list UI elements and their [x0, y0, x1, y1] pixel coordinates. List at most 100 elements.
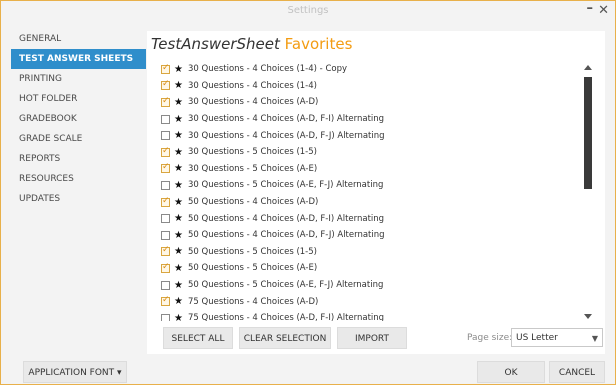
application-font-button[interactable]: APPLICATION FONT ▾ — [23, 361, 127, 383]
favorite-checkbox[interactable] — [161, 180, 170, 190]
minimize-button[interactable]: – — [587, 1, 594, 16]
list-item[interactable]: ★ 30 Questions - 5 Choices (1-5) — [161, 144, 581, 161]
favorite-checkbox[interactable] — [161, 295, 170, 307]
favorite-checkbox[interactable] — [161, 230, 170, 240]
star-icon: ★ — [174, 213, 183, 225]
favorites-panel: TestAnswerSheet Favorites ★ 30 Questions … — [147, 31, 605, 354]
select-all-button[interactable]: SELECT ALL — [163, 327, 233, 349]
favorite-checkbox[interactable] — [161, 313, 170, 321]
star-icon: ★ — [174, 146, 183, 158]
chevron-down-icon: ▾ — [117, 368, 122, 378]
star-icon: ★ — [174, 96, 183, 108]
list-item-label: 50 Questions - 5 Choices (1-5) — [188, 246, 317, 257]
sidebar-item[interactable]: GENERAL — [11, 29, 146, 49]
sidebar-item[interactable]: UPDATES — [11, 189, 146, 209]
list-item[interactable]: ★ 75 Questions - 4 Choices (A-D, F-I) Alt… — [161, 310, 581, 321]
star-icon: ★ — [174, 80, 183, 92]
list-item[interactable]: ★ 75 Questions - 4 Choices (A-D) — [161, 293, 581, 310]
star-icon: ★ — [174, 229, 183, 241]
list-item-label: 30 Questions - 4 Choices (A-D) — [188, 97, 319, 108]
favorite-checkbox[interactable] — [161, 131, 170, 141]
favorite-checkbox[interactable] — [161, 162, 170, 174]
window-title: Settings — [287, 5, 329, 16]
chevron-down-icon: ▼ — [591, 334, 598, 343]
list-item-label: 75 Questions - 4 Choices (A-D, F-I) Alte… — [188, 313, 385, 321]
scroll-up-icon[interactable] — [584, 65, 592, 70]
sidebar-item[interactable]: PRINTING — [11, 69, 146, 89]
page-title: TestAnswerSheet Favorites — [151, 35, 352, 53]
close-button[interactable]: ✕ — [598, 3, 609, 18]
list-item-label: 30 Questions - 4 Choices (A-D, F-J) Alte… — [188, 130, 385, 141]
scroll-thumb[interactable] — [584, 77, 592, 189]
list-item[interactable]: ★ 30 Questions - 4 Choices (A-D, F-I) Alt… — [161, 111, 581, 128]
favorite-checkbox[interactable] — [161, 114, 170, 124]
page-size-label: Page size: — [467, 333, 513, 343]
star-icon: ★ — [174, 130, 183, 142]
star-icon: ★ — [174, 246, 183, 258]
star-icon: ★ — [174, 196, 183, 208]
star-icon: ★ — [174, 179, 183, 191]
list-item[interactable]: ★ 50 Questions - 4 Choices (A-D, F-J) Alt… — [161, 227, 581, 244]
list-item[interactable]: ★ 50 Questions - 5 Choices (A-E, F-J) Alt… — [161, 277, 581, 294]
list-item[interactable]: ★ 50 Questions - 4 Choices (A-D) — [161, 194, 581, 211]
sidebar-item[interactable]: GRADE SCALE — [11, 129, 146, 149]
cancel-button[interactable]: CANCEL — [549, 361, 605, 383]
title-bar: Settings – ✕ — [1, 1, 615, 23]
favorite-checkbox[interactable] — [161, 262, 170, 273]
answer-sheet-list: ★ 30 Questions - 4 Choices (1-4) - Copy ★ 3… — [161, 61, 581, 321]
favorite-checkbox[interactable] — [161, 146, 170, 157]
favorite-checkbox[interactable] — [161, 196, 170, 207]
favorite-checkbox[interactable] — [161, 245, 170, 257]
star-icon: ★ — [174, 163, 183, 175]
list-item[interactable]: ★ 30 Questions - 4 Choices (A-D, F-J) Alt… — [161, 127, 581, 144]
list-item-label: 50 Questions - 5 Choices (A-E) — [188, 263, 318, 274]
application-font-label: APPLICATION FONT — [28, 368, 115, 378]
page-size-value: US Letter — [516, 333, 558, 343]
favorite-checkbox[interactable] — [161, 63, 170, 74]
list-item-label: 30 Questions - 5 Choices (1-5) — [188, 147, 317, 158]
import-button[interactable]: IMPORT — [337, 327, 407, 349]
list-item-label: 50 Questions - 4 Choices (A-D, F-I) Alte… — [188, 213, 385, 224]
sidebar: GENERAL TEST ANSWER SHEETS PRINTING HOT FOL… — [11, 29, 146, 209]
list-item[interactable]: ★ 50 Questions - 4 Choices (A-D, F-I) Alt… — [161, 210, 581, 227]
list-item[interactable]: ★ 50 Questions - 5 Choices (1-5) — [161, 244, 581, 261]
list-item[interactable]: ★ 30 Questions - 5 Choices (A-E) — [161, 161, 581, 178]
settings-window: Settings – ✕ GENERAL TEST ANSWER SHEETS PR… — [0, 0, 616, 385]
star-icon: ★ — [174, 279, 183, 291]
list-item-label: 30 Questions - 5 Choices (A-E) — [188, 163, 318, 174]
sidebar-item[interactable]: REPORTS — [11, 149, 146, 169]
list-item[interactable]: ★ 30 Questions - 4 Choices (A-D) — [161, 94, 581, 111]
list-item-label: 75 Questions - 4 Choices (A-D) — [188, 296, 319, 307]
favorite-checkbox[interactable] — [161, 79, 170, 91]
list-item-label: 50 Questions - 4 Choices (A-D, F-J) Alte… — [188, 230, 385, 241]
title-favorites: Favorites — [284, 35, 353, 53]
star-icon: ★ — [174, 63, 183, 75]
clear-selection-button[interactable]: CLEAR SELECTION — [239, 327, 331, 349]
star-icon: ★ — [174, 296, 183, 308]
list-item-label: 50 Questions - 4 Choices (A-D) — [188, 197, 319, 208]
list-item[interactable]: ★ 30 Questions - 5 Choices (A-E, F-J) Alt… — [161, 177, 581, 194]
favorite-checkbox[interactable] — [161, 96, 170, 107]
list-item[interactable]: ★ 30 Questions - 4 Choices (1-4) — [161, 78, 581, 95]
sidebar-item[interactable]: TEST ANSWER SHEETS — [11, 49, 146, 69]
scroll-down-icon[interactable] — [584, 314, 592, 319]
list-item-label: 30 Questions - 5 Choices (A-E, F-J) Alte… — [188, 180, 384, 191]
favorite-checkbox[interactable] — [161, 280, 170, 290]
sidebar-item[interactable]: HOT FOLDER — [11, 89, 146, 109]
list-item-label: 30 Questions - 4 Choices (A-D, F-I) Alte… — [188, 114, 385, 125]
list-item-label: 30 Questions - 4 Choices (1-4) - Copy — [188, 64, 348, 75]
page-size-select[interactable]: US Letter ▼ — [511, 328, 603, 347]
sidebar-item[interactable]: GRADEBOOK — [11, 109, 146, 129]
scrollbar[interactable] — [583, 65, 593, 319]
favorite-checkbox[interactable] — [161, 214, 170, 224]
list-item[interactable]: ★ 50 Questions - 5 Choices (A-E) — [161, 260, 581, 277]
list-item-label: 50 Questions - 5 Choices (A-E, F-J) Alte… — [188, 280, 384, 291]
footer: APPLICATION FONT ▾ OK CANCEL — [1, 357, 615, 384]
list-item-label: 30 Questions - 4 Choices (1-4) — [188, 80, 317, 91]
star-icon: ★ — [174, 262, 183, 274]
list-item[interactable]: ★ 30 Questions - 4 Choices (1-4) - Copy — [161, 61, 581, 78]
sidebar-item[interactable]: RESOURCES — [11, 169, 146, 189]
ok-button[interactable]: OK — [477, 361, 545, 383]
list-actions: SELECT ALL CLEAR SELECTION IMPORT Page s… — [155, 327, 603, 349]
star-icon: ★ — [174, 312, 183, 321]
